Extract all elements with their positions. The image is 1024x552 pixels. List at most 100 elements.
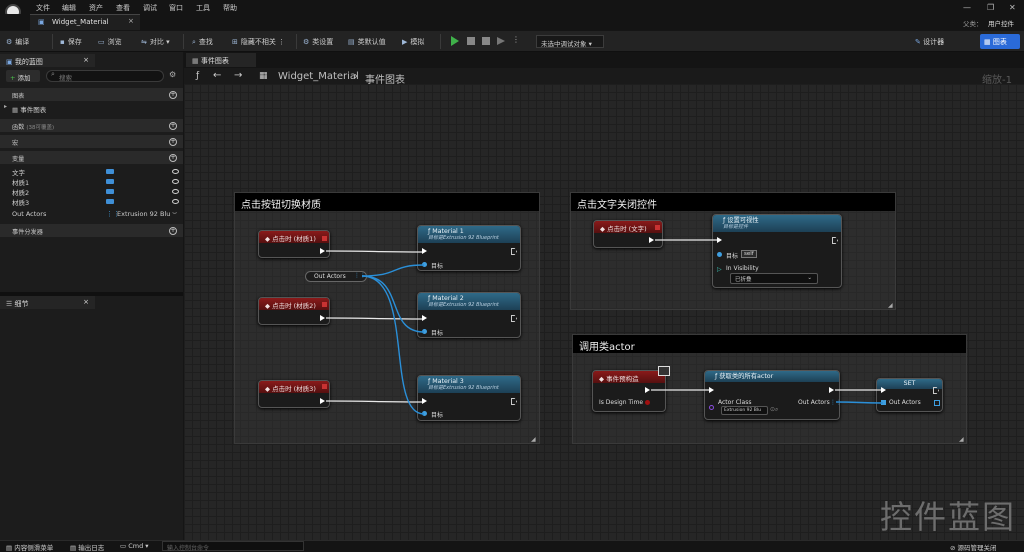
play-icon[interactable] [451,36,459,46]
close-icon[interactable]: × [83,56,89,64]
breadcrumb-root[interactable]: Widget_Material [278,71,359,82]
add-button[interactable]: + 添加 [6,70,40,82]
expand-arrow-icon[interactable]: ▸ [4,103,7,110]
exec-out-pin[interactable] [320,315,325,321]
settings-gear-icon[interactable]: ⚙ [169,70,176,79]
hide-unrelated-button[interactable]: ⊞ 隐藏不相关 ⋮ [232,35,285,49]
class-defaults-button[interactable]: ▤ 类默认值 [348,35,386,49]
delegate-pin-icon[interactable] [322,384,327,389]
close-icon[interactable]: × [83,298,89,306]
eye-icon[interactable] [172,199,179,204]
add-graph-icon[interactable]: + [169,91,177,99]
tab-close-icon[interactable]: × [128,17,134,25]
resize-handle-icon[interactable]: ◢ [531,436,536,443]
array-pin-icon[interactable]: ⋮⋮ [354,272,366,279]
menu-view[interactable]: 查看 [116,3,130,13]
delegate-pin-icon[interactable] [322,236,327,241]
source-control-button[interactable]: ⊘ 源码管理关闭 [950,542,997,552]
array-pin-icon[interactable]: ⋮⋮ [830,399,842,406]
menu-file[interactable]: 文件 [36,3,50,13]
visibility-dropdown[interactable]: 已折叠 ⌄ [730,273,818,284]
exec-in-pin[interactable] [422,248,427,254]
compile-button[interactable]: ⚙ 编译 [6,35,29,49]
resize-handle-icon[interactable]: ◢ [888,302,893,309]
my-blueprint-tab[interactable]: ▣ 我的蓝图 × [0,54,95,67]
array-in-pin[interactable] [881,400,886,405]
target-pin[interactable] [422,329,427,334]
target-pin[interactable] [717,252,722,257]
exec-out-pin[interactable] [829,387,834,393]
designer-mode-button[interactable]: ✎ 设计器 [915,34,957,49]
variable-row[interactable]: 材质1 [12,177,29,187]
menu-window[interactable]: 窗口 [169,3,183,13]
type-dropdown-icon[interactable]: ⌣ [172,208,177,218]
menu-tools[interactable]: 工具 [196,3,210,13]
set-out-actors-node[interactable]: SET [876,378,943,412]
variable-row[interactable]: 文字 [12,167,25,177]
actor-class-dropdown[interactable]: Extrusion 92 Blu [721,406,768,415]
delegate-pin-icon[interactable] [655,225,660,230]
class-settings-button[interactable]: ⚙ 类设置 [303,35,333,49]
close-icon[interactable]: ✕ [1009,3,1016,12]
target-pin[interactable] [422,262,427,267]
event-graph-item[interactable]: ▦ 事件图表 [12,104,46,114]
comment-title[interactable]: 点击文字关闭控件 [571,193,895,211]
search-input[interactable]: 搜索 [46,70,164,82]
event-graph-tab[interactable]: ▦ 事件图表 [186,53,256,67]
add-macro-icon[interactable]: + [169,138,177,146]
browse-class-icon[interactable]: ⊙⌕ [770,406,778,414]
exec-out-pin[interactable] [320,398,325,404]
menu-asset[interactable]: 资产 [89,3,103,13]
exec-out-pin[interactable] [320,248,325,254]
details-tab[interactable]: ☰ 细节 × [0,296,95,309]
event-node-text[interactable]: ◆ 点击时 (文字) [593,220,663,248]
browse-button[interactable]: ▭ 浏览 [98,35,122,49]
variable-row[interactable]: 材质3 [12,197,29,207]
debug-object-select[interactable]: 未选中调试对象 ▾ [536,35,604,48]
enum-pin-icon[interactable]: ▷ [717,266,722,273]
comment-title[interactable]: 调用类actor [573,335,966,353]
diff-button[interactable]: ⇋ 对比 ▾ [141,35,170,49]
exec-in-pin[interactable] [422,398,427,404]
menu-help[interactable]: 帮助 [223,3,237,13]
add-function-icon[interactable]: + [169,122,177,130]
menu-debug[interactable]: 调试 [143,3,157,13]
exec-in-pin[interactable] [709,387,714,393]
exec-in-pin[interactable] [881,387,886,393]
bool-pin[interactable] [645,400,650,405]
array-out-pin[interactable] [934,400,940,406]
exec-in-pin[interactable] [717,237,722,243]
minimize-icon[interactable]: — [963,3,971,12]
variable-row-out-actors[interactable]: Out Actors [12,210,46,218]
restore-icon[interactable]: ❐ [987,3,994,12]
document-tab[interactable]: ▣ Widget_Material × [30,14,140,30]
exec-in-pin[interactable] [422,315,427,321]
simulate-button[interactable]: ▶ 模拟 [402,35,424,49]
console-command-input[interactable]: 输入控制台命令 [162,541,304,552]
back-arrow-icon[interactable]: ← [213,70,221,81]
target-pin[interactable] [422,411,427,416]
section-event-dispatchers[interactable]: 事件分发器 + [0,224,183,237]
pause-icon[interactable] [467,37,475,45]
section-graphs[interactable]: 图表 + [0,88,183,101]
eye-icon[interactable] [172,169,179,174]
resize-handle-icon[interactable]: ◢ [959,436,964,443]
add-variable-icon[interactable]: + [169,154,177,162]
menu-edit[interactable]: 编辑 [62,3,76,13]
forward-arrow-icon[interactable]: → [234,70,242,81]
section-variables[interactable]: 变量 + [0,151,183,164]
eye-icon[interactable] [172,189,179,194]
class-pin[interactable] [709,405,714,410]
comment-title[interactable]: 点击按钮切换材质 [235,193,539,211]
save-button[interactable]: ▪ 保存 [60,35,82,49]
exec-out-pin[interactable] [649,237,654,243]
content-drawer-button[interactable]: ▤ 内容侧滑菜单 [6,542,53,552]
delegate-pin-icon[interactable] [322,302,327,307]
cmd-dropdown[interactable]: ▭ Cmd ▾ [120,542,149,550]
more-options-icon[interactable]: ⋮ [512,35,520,44]
graph-mode-button[interactable]: ▦ 图表 [980,34,1020,49]
variable-row[interactable]: 材质2 [12,187,29,197]
exec-out-pin[interactable] [645,387,650,393]
output-log-button[interactable]: ▤ 输出日志 [70,542,104,552]
add-dispatcher-icon[interactable]: + [169,227,177,235]
